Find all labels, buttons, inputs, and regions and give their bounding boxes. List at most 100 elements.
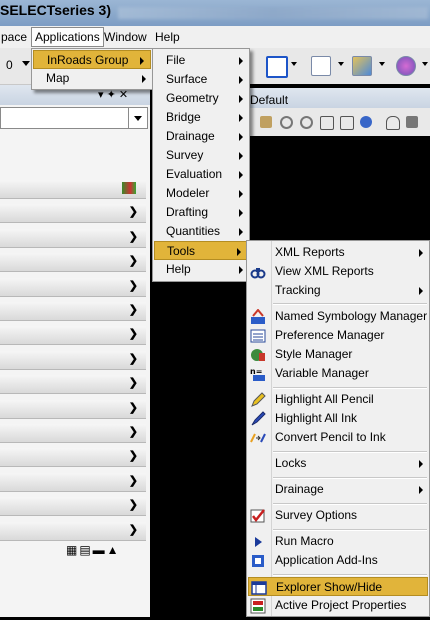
- chevron-down-icon[interactable]: ❯: [129, 401, 138, 414]
- dropdown-arrow-icon[interactable]: [338, 62, 344, 66]
- panel-row[interactable]: ❯: [0, 375, 146, 394]
- menu-item-modeler[interactable]: Modeler: [153, 184, 249, 203]
- menu-help[interactable]: Help: [152, 29, 183, 45]
- rotate-icon[interactable]: [360, 116, 372, 128]
- submenu-arrow-icon: [239, 95, 243, 103]
- menu-item-drainage[interactable]: Drainage: [153, 127, 249, 146]
- menu-item-tools[interactable]: Tools: [154, 241, 248, 260]
- fit-view-icon[interactable]: [340, 116, 354, 130]
- panel-row[interactable]: ❯: [0, 448, 146, 467]
- menu-applications[interactable]: Applications: [31, 27, 104, 47]
- menu-item-application-add-ins[interactable]: Application Add-Ins: [247, 551, 429, 570]
- dropdown-arrow-icon[interactable]: [422, 62, 428, 66]
- panel-row[interactable]: [0, 180, 146, 199]
- panel-combo[interactable]: [0, 107, 148, 129]
- panel-row[interactable]: ❯: [0, 278, 146, 297]
- menu-item-file[interactable]: File: [153, 51, 249, 70]
- menu-item-quantities[interactable]: Quantities: [153, 222, 249, 241]
- menu-item-named-symbology-manager[interactable]: Named Symbology Manager: [247, 307, 429, 326]
- panel-row[interactable]: ❯: [0, 351, 146, 370]
- render-icon[interactable]: [396, 56, 416, 76]
- menu-separator: [273, 574, 427, 576]
- title-bar: SELECTseries 3): [0, 0, 430, 26]
- menu-item-convert-pencil-to-ink[interactable]: Convert Pencil to Ink: [247, 428, 429, 447]
- chevron-down-icon[interactable]: ❯: [129, 376, 138, 389]
- menu-item-inroads-group[interactable]: InRoads Group: [33, 50, 151, 69]
- panel-row[interactable]: ❯: [0, 326, 146, 345]
- submenu-arrow-icon: [142, 75, 146, 83]
- zoom-out-icon[interactable]: [300, 116, 313, 129]
- submenu-arrow-icon: [239, 190, 243, 198]
- chevron-down-icon[interactable]: ❯: [129, 425, 138, 438]
- chevron-down-icon[interactable]: ❯: [129, 327, 138, 340]
- menu-item-surface[interactable]: Surface: [153, 70, 249, 89]
- window-area-icon[interactable]: [320, 116, 334, 130]
- menu-item-highlight-all-pencil[interactable]: Highlight All Pencil: [247, 390, 429, 409]
- menu-item-label: Named Symbology Manager: [275, 309, 428, 323]
- panel-row[interactable]: ❯: [0, 522, 146, 541]
- chevron-down-icon[interactable]: ❯: [129, 205, 138, 218]
- menu-item-label: Explorer Show/Hide: [276, 580, 383, 594]
- layout-icon[interactable]: [352, 56, 372, 76]
- panel-row[interactable]: ❯: [0, 424, 146, 443]
- panel-row[interactable]: ❯: [0, 497, 146, 516]
- zoom-in-icon[interactable]: [280, 116, 293, 129]
- svg-text:n=: n=: [250, 367, 262, 376]
- menu-item-drainage[interactable]: Drainage: [247, 480, 429, 499]
- view-cube-icon[interactable]: [266, 56, 288, 78]
- menu-item-explorer-show-hide[interactable]: Explorer Show/Hide: [248, 577, 428, 596]
- menu-item-label: Surface: [166, 72, 208, 86]
- menu-item-variable-manager[interactable]: n= Variable Manager: [247, 364, 429, 383]
- print-icon[interactable]: [260, 116, 272, 128]
- menu-item-label: Survey Options: [275, 508, 358, 522]
- view-tool-icon[interactable]: [406, 116, 418, 128]
- menu-item-active-project-properties[interactable]: Active Project Properties: [247, 596, 429, 615]
- chevron-down-icon[interactable]: ❯: [129, 523, 138, 536]
- menu-item-label: Survey: [166, 148, 204, 162]
- menu-item-map[interactable]: Map: [32, 69, 152, 88]
- chevron-down-icon[interactable]: ❯: [129, 449, 138, 462]
- menu-item-locks[interactable]: Locks: [247, 454, 429, 473]
- dropdown-arrow-icon[interactable]: [379, 62, 385, 66]
- submenu-arrow-icon: [239, 133, 243, 141]
- chevron-down-icon[interactable]: ❯: [129, 498, 138, 511]
- chevron-down-icon[interactable]: ❯: [129, 352, 138, 365]
- menu-item-survey-options[interactable]: Survey Options: [247, 506, 429, 525]
- panel-row[interactable]: ❯: [0, 204, 146, 223]
- panel-row[interactable]: ❯: [0, 302, 146, 321]
- menu-item-highlight-all-ink[interactable]: Highlight All Ink: [247, 409, 429, 428]
- chevron-down-icon[interactable]: ❯: [129, 279, 138, 292]
- dropdown-arrow-icon[interactable]: [291, 62, 297, 66]
- submenu-arrow-icon: [239, 171, 243, 179]
- menu-item-drafting[interactable]: Drafting: [153, 203, 249, 222]
- level-combo-arrow-icon[interactable]: [22, 61, 30, 66]
- menu-item-help[interactable]: Help: [153, 260, 249, 279]
- window-title: SELECTseries 3): [0, 2, 112, 18]
- menu-item-view-xml-reports[interactable]: View XML Reports: [247, 262, 429, 281]
- menu-item-run-macro[interactable]: Run Macro: [247, 532, 429, 551]
- chevron-down-icon[interactable]: ❯: [129, 474, 138, 487]
- panel-row[interactable]: ❯: [0, 400, 146, 419]
- menu-item-style-manager[interactable]: Style Manager: [247, 345, 429, 364]
- menu-item-survey[interactable]: Survey: [153, 146, 249, 165]
- menu-item-preference-manager[interactable]: Preference Manager: [247, 326, 429, 345]
- menu-item-bridge[interactable]: Bridge: [153, 108, 249, 127]
- menu-item-xml-reports[interactable]: XML Reports: [247, 243, 429, 262]
- menu-item-geometry[interactable]: Geometry: [153, 89, 249, 108]
- chevron-down-icon[interactable]: ❯: [129, 254, 138, 267]
- pan-hand-icon[interactable]: [386, 116, 400, 130]
- panel-row[interactable]: ❯: [0, 253, 146, 272]
- menu-item-tracking[interactable]: Tracking: [247, 281, 429, 300]
- panel-row[interactable]: ❯: [0, 473, 146, 492]
- chevron-down-icon[interactable]: [128, 108, 147, 128]
- document-icon[interactable]: [311, 56, 331, 76]
- panel-view-mode-icons[interactable]: ▦▤▬▲: [66, 543, 121, 557]
- level-combo-value[interactable]: 0: [6, 58, 13, 72]
- chevron-down-icon[interactable]: ❯: [129, 303, 138, 316]
- chevron-down-icon[interactable]: ❯: [129, 230, 138, 243]
- menu-item-label: Tracking: [275, 283, 321, 297]
- menu-window[interactable]: Window: [101, 29, 150, 45]
- menu-workspace[interactable]: pace: [0, 29, 30, 45]
- menu-item-evaluation[interactable]: Evaluation: [153, 165, 249, 184]
- panel-row[interactable]: ❯: [0, 229, 146, 248]
